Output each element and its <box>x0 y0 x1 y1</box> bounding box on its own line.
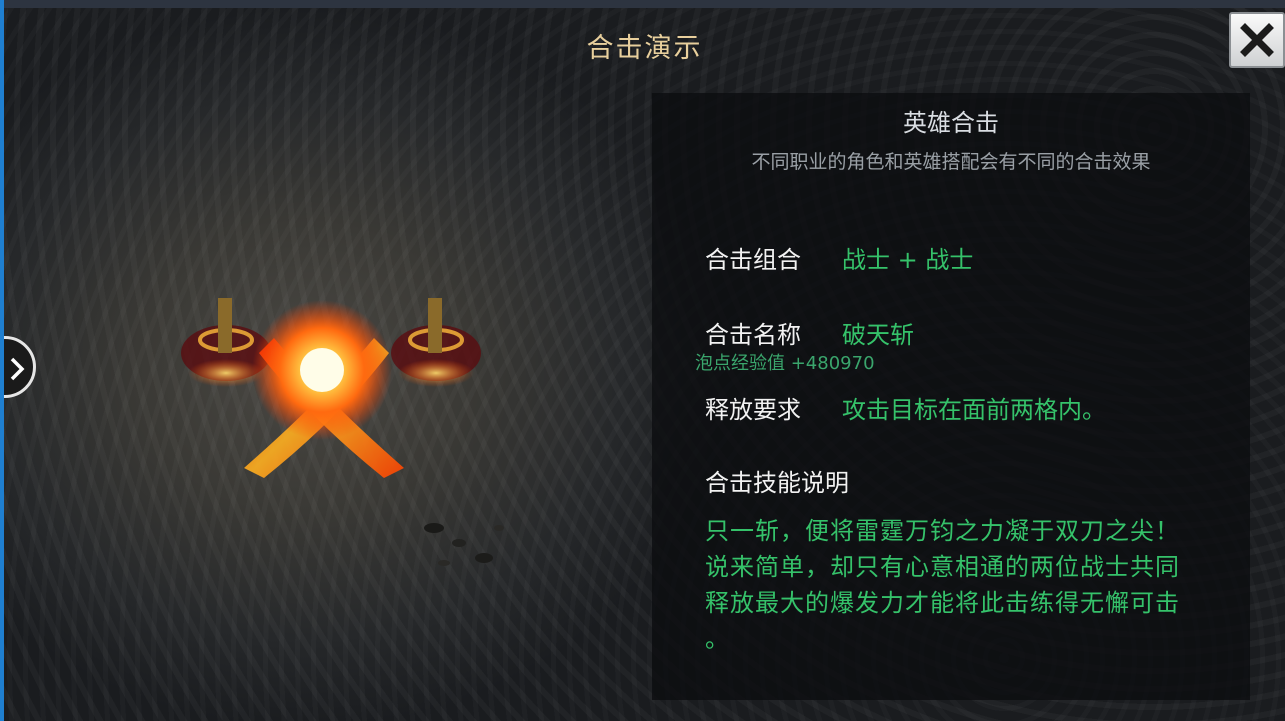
close-icon <box>1240 23 1274 57</box>
top-bar <box>0 0 1285 8</box>
close-button[interactable] <box>1229 12 1285 68</box>
skill-name-label: 合击名称 <box>705 321 801 349</box>
skill-name-value: 破天斩 <box>842 321 914 349</box>
window-title: 合击演示 <box>586 33 703 64</box>
combo-value: 战士 + 战士 <box>842 246 974 274</box>
panel-subtitle: 不同职业的角色和英雄搭配会有不同的合击效果 <box>751 151 1151 173</box>
ground-rubble <box>424 523 504 566</box>
skill-description-line: 释放最大的爆发力才能将此击练得无懈可击 <box>705 589 1180 617</box>
skill-description-line: 只一斩，便将雷霆万钧之力凝于双刀之尖！ <box>705 517 1180 545</box>
skill-description-line: 说来简单，却只有心意相通的两位战士共同 <box>705 553 1180 581</box>
combo-info-panel: 英雄合击 不同职业的角色和英雄搭配会有不同的合击效果 合击组合 战士 + 战士 … <box>652 93 1250 700</box>
combo-skill-effect <box>181 298 481 478</box>
side-panel-toggle-button[interactable] <box>4 336 36 398</box>
skill-description: 只一斩，便将雷霆万钧之力凝于双刀之尖！ 说来简单，却只有心意相通的两位战士共同 … <box>705 513 1205 657</box>
chevron-right-icon <box>10 357 25 381</box>
combo-demo-window: 合击演示 英雄合击 不同职业的角色和英雄搭配会有不同的合击效果 合击组合 战士 … <box>4 8 1285 721</box>
skill-description-label: 合击技能说明 <box>705 469 849 497</box>
exp-gain-text: 泡点经验值 +480970 <box>695 353 875 374</box>
requirement-label: 释放要求 <box>705 396 801 424</box>
combo-label: 合击组合 <box>705 246 801 274</box>
panel-title: 英雄合击 <box>903 109 999 137</box>
skill-description-line: 。 <box>705 625 730 653</box>
requirement-value: 攻击目标在面前两格内。 <box>842 396 1106 424</box>
